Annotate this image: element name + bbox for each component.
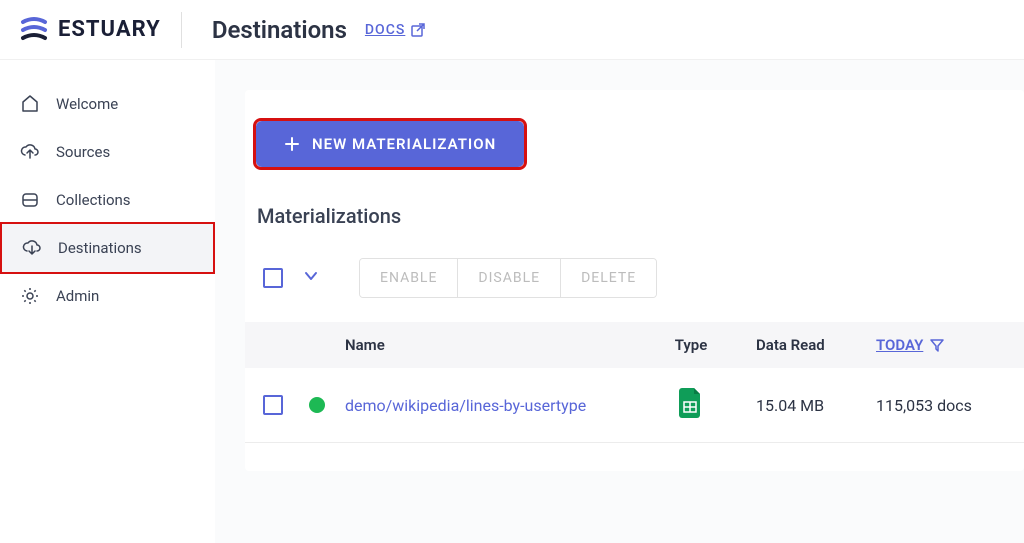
row-docs: 115,053 docs	[876, 396, 1006, 415]
page-title: Destinations	[212, 16, 347, 44]
cloud-upload-icon	[20, 142, 40, 162]
sidebar-item-sources[interactable]: Sources	[0, 128, 215, 176]
app-header: ESTUARY Destinations DOCS	[0, 0, 1024, 60]
sidebar: Welcome Sources Collections Destinations…	[0, 60, 215, 543]
row-check	[263, 395, 309, 415]
gear-icon	[20, 286, 40, 306]
materialization-name-link[interactable]: demo/wikipedia/lines-by-usertype	[345, 396, 586, 415]
row-status	[309, 397, 345, 413]
cloud-download-icon	[22, 238, 42, 258]
estuary-logon-icon	[20, 16, 48, 44]
disable-button[interactable]: DISABLE	[458, 259, 561, 297]
row-type-cell	[626, 388, 756, 422]
sidebar-item-destinations[interactable]: Destinations	[0, 222, 215, 274]
sidebar-item-label: Collections	[56, 191, 131, 209]
today-filter[interactable]: TODAY	[876, 336, 945, 354]
table-row: demo/wikipedia/lines-by-usertype	[245, 368, 1024, 443]
delete-button[interactable]: DELETE	[561, 259, 656, 297]
col-header-name: Name	[345, 336, 626, 354]
sidebar-item-collections[interactable]: Collections	[0, 176, 215, 224]
filter-icon	[929, 337, 945, 353]
main-container: Welcome Sources Collections Destinations…	[0, 60, 1024, 543]
row-checkbox[interactable]	[263, 395, 283, 415]
sidebar-item-label: Admin	[56, 287, 99, 305]
new-materialization-highlight: NEW MATERIALIZATION	[253, 118, 527, 170]
today-label: TODAY	[876, 336, 923, 354]
sidebar-item-welcome[interactable]: Welcome	[0, 80, 215, 128]
sidebar-item-label: Destinations	[58, 239, 142, 257]
external-link-icon	[411, 23, 425, 37]
brand-logo: ESTUARY	[20, 16, 161, 44]
plus-icon	[284, 136, 300, 152]
col-header-type: Type	[626, 336, 756, 354]
database-icon	[20, 190, 40, 210]
home-icon	[20, 94, 40, 114]
new-btn-label: NEW MATERIALIZATION	[312, 135, 496, 153]
col-header-data-read: Data Read	[756, 336, 876, 354]
docs-label: DOCS	[365, 22, 405, 38]
sidebar-item-admin[interactable]: Admin	[0, 272, 215, 320]
row-name-cell: demo/wikipedia/lines-by-usertype	[345, 396, 626, 415]
docs-link[interactable]: DOCS	[365, 22, 425, 38]
table-header: Name Type Data Read TODAY	[245, 322, 1024, 368]
google-sheets-icon	[626, 388, 756, 418]
toolbar-chevron[interactable]	[303, 268, 319, 288]
table-toolbar: ENABLE DISABLE DELETE	[263, 258, 1024, 298]
enable-button[interactable]: ENABLE	[360, 259, 458, 297]
row-data-read: 15.04 MB	[756, 396, 876, 415]
status-dot-active	[309, 397, 325, 413]
new-materialization-button[interactable]: NEW MATERIALIZATION	[256, 121, 524, 167]
brand-text: ESTUARY	[58, 17, 161, 42]
col-header-today: TODAY	[876, 336, 1006, 354]
sidebar-item-label: Sources	[56, 143, 110, 161]
materializations-panel: NEW MATERIALIZATION Materializations ENA…	[245, 90, 1024, 471]
chevron-down-icon	[303, 268, 319, 284]
sidebar-item-label: Welcome	[56, 95, 118, 113]
select-all-checkbox[interactable]	[263, 268, 283, 288]
header-divider	[181, 12, 182, 48]
materializations-table: Name Type Data Read TODAY	[245, 322, 1024, 443]
main-area: NEW MATERIALIZATION Materializations ENA…	[215, 60, 1024, 543]
section-heading: Materializations	[257, 204, 1024, 228]
bulk-actions: ENABLE DISABLE DELETE	[359, 258, 657, 298]
